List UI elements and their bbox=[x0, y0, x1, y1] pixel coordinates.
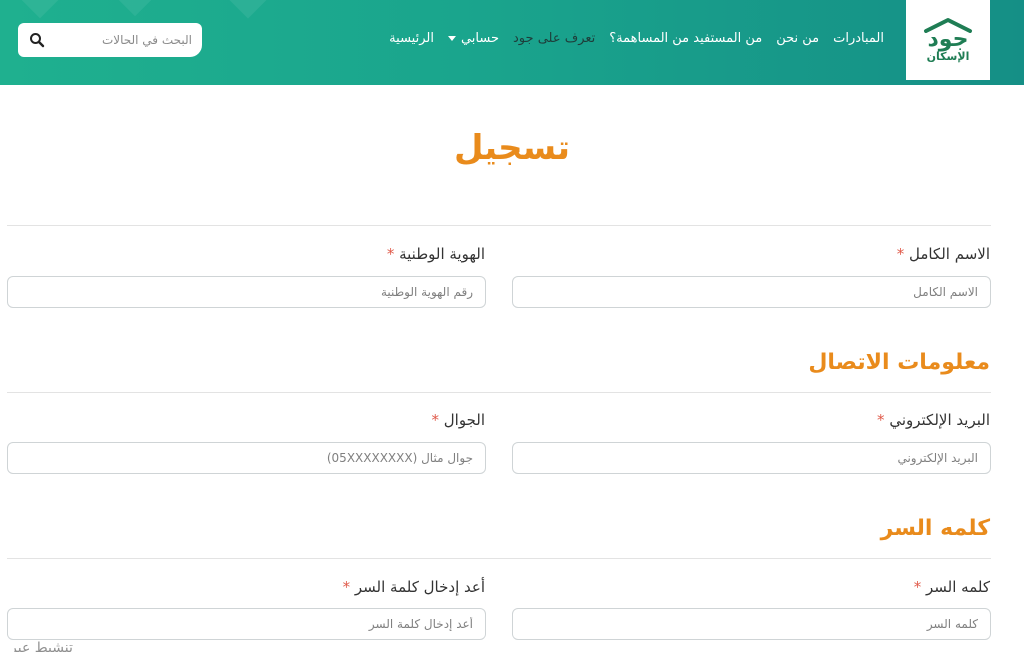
label-text: الجوال bbox=[443, 411, 485, 429]
search-input[interactable] bbox=[52, 24, 202, 56]
full-name-field[interactable] bbox=[512, 276, 991, 308]
nav-item-label: من المستفيد من المساهمة؟ bbox=[609, 31, 763, 46]
nav-item-beneficiaries[interactable]: من المستفيد من المساهمة؟ bbox=[609, 31, 762, 46]
label-text: الهوية الوطنية bbox=[399, 245, 485, 263]
divider bbox=[7, 558, 991, 559]
logo-subtext: الإسكان bbox=[926, 50, 970, 63]
label-text: كلمه السر bbox=[926, 578, 990, 596]
header-decoration bbox=[11, 0, 69, 19]
required-asterisk: * bbox=[431, 411, 439, 429]
nav-item-label: المبادرات bbox=[833, 31, 884, 46]
nav-item-label: حسابي bbox=[460, 31, 500, 46]
main-nav: الرئيسية حسابي تعرف على جود من المستفيد … bbox=[389, 31, 884, 46]
label-text: أعد إدخال كلمة السر bbox=[354, 578, 485, 596]
nav-item-my-account[interactable]: حسابي bbox=[447, 31, 500, 46]
required-asterisk: * bbox=[877, 411, 885, 429]
required-asterisk: * bbox=[896, 245, 905, 263]
search-box bbox=[18, 23, 202, 57]
label-text: الاسم الكامل bbox=[908, 245, 990, 263]
email-field[interactable] bbox=[512, 442, 991, 474]
search-icon[interactable] bbox=[29, 32, 45, 48]
password-confirm-field[interactable] bbox=[7, 608, 486, 640]
full-name-label: الاسم الكامل * bbox=[897, 245, 990, 263]
email-label: البريد الإلكتروني * bbox=[877, 411, 990, 429]
nav-item-home[interactable]: الرئيسية bbox=[389, 31, 434, 46]
national-id-label: الهوية الوطنية * bbox=[387, 245, 485, 263]
divider bbox=[7, 392, 991, 393]
password-label: كلمه السر * bbox=[914, 578, 990, 596]
required-asterisk: * bbox=[913, 578, 922, 596]
mobile-label: الجوال * bbox=[431, 411, 485, 429]
divider bbox=[7, 225, 991, 226]
password-section-title: كلمه السر bbox=[880, 516, 990, 541]
password-field[interactable] bbox=[512, 608, 991, 640]
activation-text: تنشيط عبر bbox=[10, 640, 73, 652]
nav-item-about-jood[interactable]: تعرف على جود bbox=[513, 31, 595, 46]
site-header: جود الإسكان الرئيسية حسابي تعرف على جود … bbox=[0, 0, 1024, 85]
site-logo[interactable]: جود الإسكان bbox=[906, 0, 990, 80]
required-asterisk: * bbox=[342, 578, 351, 596]
page-title: تسجيل bbox=[453, 128, 571, 168]
nav-item-label: من نحن bbox=[776, 31, 820, 46]
national-id-field[interactable] bbox=[7, 276, 486, 308]
label-text: البريد الإلكتروني bbox=[889, 411, 990, 429]
nav-item-label: الرئيسية bbox=[389, 31, 434, 46]
required-asterisk: * bbox=[386, 245, 395, 263]
nav-item-initiatives[interactable]: المبادرات bbox=[833, 31, 884, 46]
nav-item-about-us[interactable]: من نحن bbox=[776, 31, 819, 46]
header-decoration bbox=[113, 0, 157, 17]
caret-down-icon bbox=[447, 36, 456, 41]
contact-section-title: معلومات الاتصال bbox=[808, 350, 990, 375]
header-decoration bbox=[222, 0, 274, 19]
mobile-field[interactable] bbox=[7, 442, 486, 474]
nav-item-label: تعرف على جود bbox=[513, 31, 596, 46]
logo-text: جود bbox=[927, 27, 969, 52]
password-confirm-label: أعد إدخال كلمة السر * bbox=[343, 578, 485, 596]
